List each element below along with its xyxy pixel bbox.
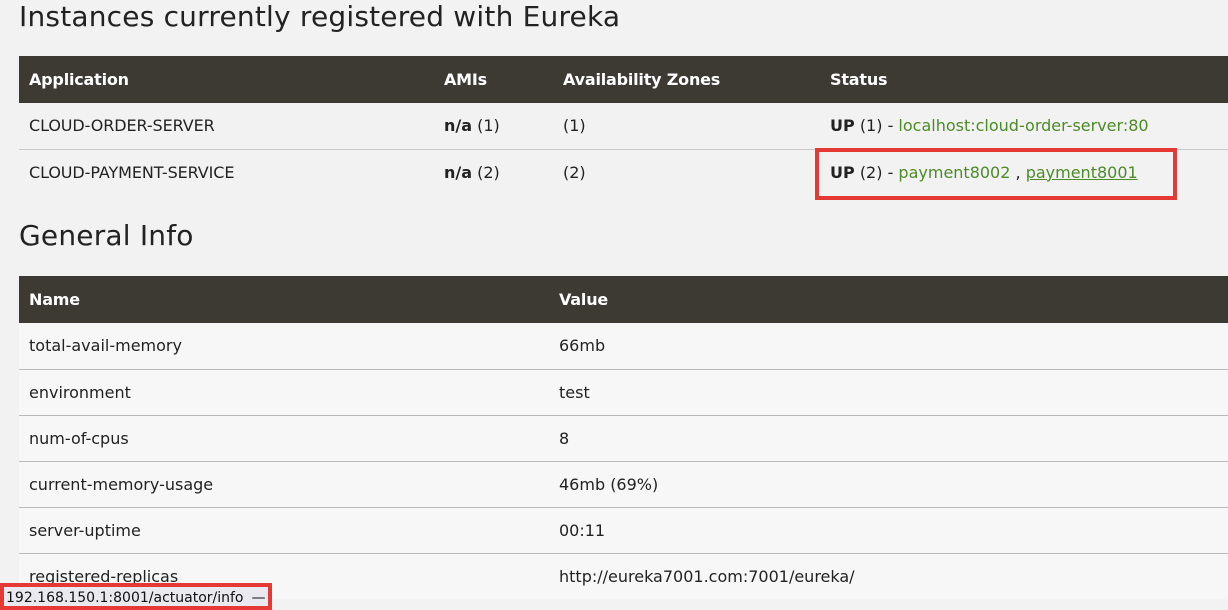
header-amis: AMIs (434, 56, 553, 103)
header-status: Status (820, 56, 1228, 103)
table-row: num-of-cpus 8 (19, 415, 1228, 461)
table-row: CLOUD-ORDER-SERVER n/a (1) (1) UP (1) - … (19, 103, 1228, 149)
info-name: total-avail-memory (29, 336, 182, 356)
header-name: Name (19, 276, 549, 323)
info-name: current-memory-usage (29, 474, 214, 494)
info-name: num-of-cpus (29, 428, 129, 448)
general-info-table: Name Value total-avail-memory 66mb envir… (19, 276, 1228, 599)
info-value: 00:11 (559, 520, 606, 540)
application-name: CLOUD-ORDER-SERVER (29, 116, 215, 136)
general-header-row: Name Value (19, 276, 1228, 323)
status-cell: UP (1) - localhost:cloud-order-server:80 (820, 103, 1228, 149)
ami-label: n/a (444, 116, 473, 136)
table-row: current-memory-usage 46mb (69%) (19, 461, 1228, 507)
header-application: Application (19, 56, 434, 103)
status-highlight-box (815, 148, 1177, 200)
header-availability-zones: Availability Zones (553, 56, 820, 103)
status-bar-suffix: — (251, 590, 266, 606)
table-row: total-avail-memory 66mb (19, 323, 1228, 369)
info-name: server-uptime (29, 520, 141, 540)
eureka-dashboard: Instances currently registered with Eure… (0, 0, 1228, 610)
ami-count: (2) (477, 162, 500, 182)
instances-header-row: Application AMIs Availability Zones Stat… (19, 56, 1228, 103)
status-bar-url: 192.168.150.1:8001/actuator/info (6, 590, 244, 606)
general-info-title: General Info (19, 219, 194, 252)
instance-link[interactable]: localhost:cloud-order-server:80 (898, 116, 1148, 135)
instances-title: Instances currently registered with Eure… (19, 0, 621, 33)
status-label: UP (830, 116, 855, 136)
zones-cell: (1) (563, 116, 586, 136)
status-count: (1) - (859, 116, 899, 136)
zones-cell: (2) (563, 162, 586, 182)
amis-cell: n/a (1) (434, 103, 553, 149)
header-value: Value (549, 276, 1228, 323)
table-row: server-uptime 00:11 (19, 507, 1228, 553)
info-value: 66mb (559, 336, 606, 356)
amis-cell: n/a (2) (434, 149, 553, 195)
info-name: environment (29, 382, 131, 402)
ami-count: (1) (477, 116, 500, 136)
table-row: environment test (19, 369, 1228, 415)
browser-status-bar: 192.168.150.1:8001/actuator/info — (0, 583, 272, 610)
info-value: 46mb (69%) (559, 474, 659, 494)
info-value: http://eureka7001.com:7001/eureka/ (559, 566, 855, 586)
application-name: CLOUD-PAYMENT-SERVICE (29, 162, 235, 182)
info-value: test (559, 382, 590, 402)
info-value: 8 (559, 428, 570, 448)
ami-label: n/a (444, 162, 473, 182)
